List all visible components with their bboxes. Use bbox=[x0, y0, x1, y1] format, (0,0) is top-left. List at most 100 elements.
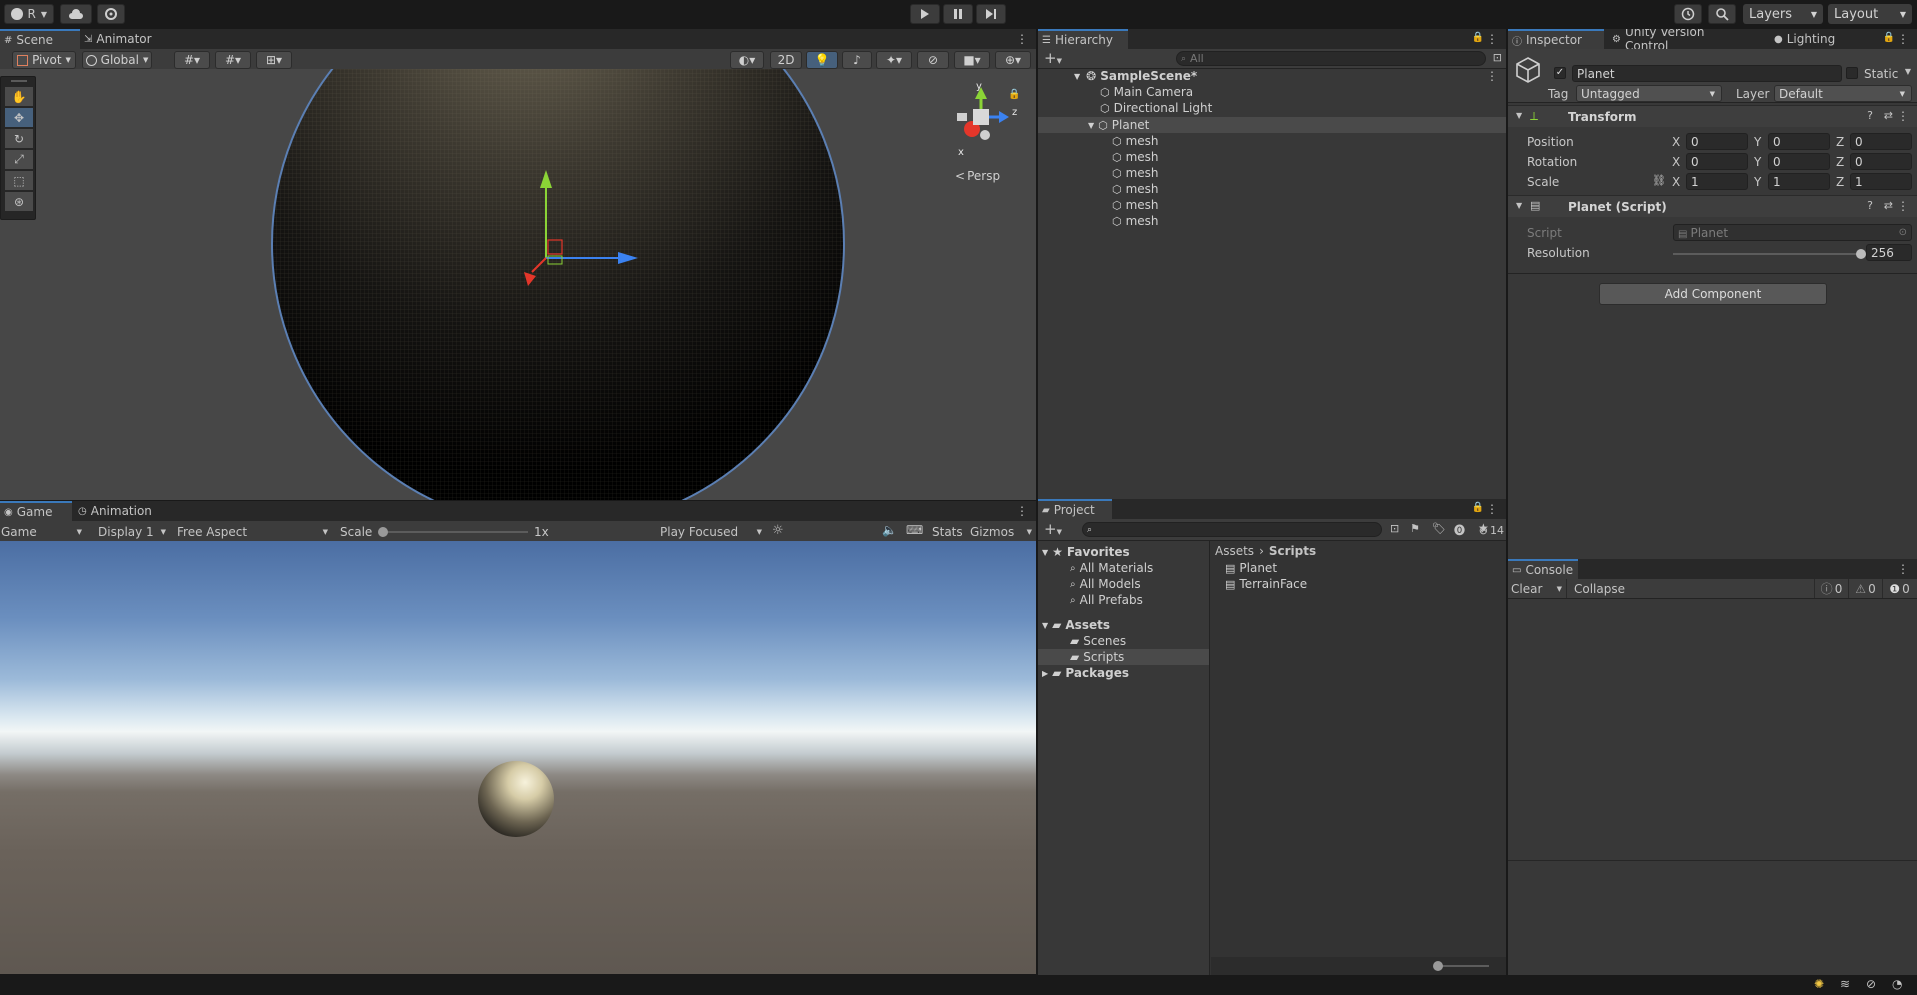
drag-handle-icon[interactable] bbox=[11, 80, 27, 82]
clear-dropdown[interactable]: Clear ▼ bbox=[1511, 579, 1567, 598]
tab-inspector[interactable]: ⓘ Inspector bbox=[1508, 29, 1604, 49]
icon-size-slider[interactable] bbox=[1433, 961, 1489, 971]
file-item[interactable]: ▤ Planet bbox=[1225, 560, 1277, 576]
help-icon[interactable]: ? bbox=[1867, 109, 1873, 122]
aspect-dropdown[interactable]: Free Aspect ▼ bbox=[175, 521, 332, 541]
effects-dropdown[interactable]: ✦▾ bbox=[876, 51, 912, 69]
help-icon[interactable]: ? bbox=[1867, 199, 1873, 212]
hierarchy-child-item[interactable]: ⬡ mesh bbox=[1112, 133, 1159, 149]
component-menu-icon[interactable]: ⋮ bbox=[1897, 199, 1909, 213]
lock-icon[interactable]: 🔒 bbox=[1472, 502, 1484, 513]
scene-menu-icon[interactable]: ⋮ bbox=[1486, 69, 1498, 83]
error-filter-toggle[interactable]: ❶ 0 bbox=[1882, 579, 1916, 598]
toggle-2d-button[interactable]: 2D bbox=[770, 51, 802, 69]
more-options-icon[interactable]: ⋮ bbox=[1016, 32, 1028, 46]
layers-dropdown[interactable]: Layers ▼ bbox=[1743, 4, 1823, 24]
scene-root-row[interactable]: ▼ ❂ SampleScene* bbox=[1074, 68, 1197, 84]
stats-button[interactable]: Stats bbox=[932, 525, 963, 539]
static-dropdown-icon[interactable]: ▼ bbox=[1905, 67, 1911, 76]
history-button[interactable] bbox=[1674, 4, 1702, 24]
hierarchy-item-planet[interactable]: ▼ ⬡ Planet bbox=[1088, 117, 1149, 133]
favorite-item[interactable]: ⌕ All Prefabs bbox=[1070, 592, 1143, 608]
debug-mode-icon[interactable]: ⊘ bbox=[1866, 977, 1876, 991]
gizmos-dropdown[interactable]: Gizmos ▼ bbox=[968, 521, 1034, 541]
lighting-status-icon[interactable]: ✺ bbox=[1814, 977, 1824, 991]
lock-icon[interactable]: 🔒 bbox=[1008, 89, 1020, 100]
hierarchy-item[interactable]: ⬡ Directional Light bbox=[1100, 100, 1212, 116]
scale-y-input[interactable]: 1 bbox=[1768, 173, 1830, 190]
global-dropdown[interactable]: Global ▼ bbox=[82, 51, 152, 69]
position-z-input[interactable]: 0 bbox=[1850, 133, 1912, 150]
visibility-toggle-button[interactable]: ⊘ bbox=[917, 51, 949, 69]
hierarchy-child-item[interactable]: ⬡ mesh bbox=[1112, 165, 1159, 181]
filter-by-label-icon[interactable]: ⚑ bbox=[1410, 522, 1420, 535]
rotate-tool-button[interactable]: ↻ bbox=[5, 129, 33, 148]
hierarchy-child-item[interactable]: ⬡ mesh bbox=[1112, 181, 1159, 197]
gizmos-dropdown[interactable]: ⊕▾ bbox=[995, 51, 1031, 69]
draw-mode-dropdown[interactable]: ◐▾ bbox=[730, 51, 764, 69]
audio-toggle-button[interactable]: ♪ bbox=[842, 51, 872, 69]
more-options-icon[interactable]: ⋮ bbox=[1897, 32, 1909, 46]
scale-z-input[interactable]: 1 bbox=[1850, 173, 1912, 190]
filter-by-type-icon[interactable]: ⊡ bbox=[1390, 522, 1399, 535]
position-x-input[interactable]: 0 bbox=[1686, 133, 1748, 150]
preset-icon[interactable]: ⇄ bbox=[1884, 199, 1893, 212]
scene-viewport[interactable]: ✋ ✥ ↻ ⤢ ⬚ ⊛ y z x 🔒 < Persp bbox=[0, 69, 1036, 500]
hierarchy-child-item[interactable]: ⬡ mesh bbox=[1112, 149, 1159, 165]
hidden-packages-toggle[interactable]: ⊘ 14 bbox=[1470, 522, 1504, 538]
keyboard-icon[interactable]: ⌨ bbox=[906, 523, 923, 537]
hierarchy-child-item[interactable]: ⬡ mesh bbox=[1112, 197, 1159, 213]
lock-icon[interactable]: 🔒 bbox=[1472, 32, 1484, 43]
transform-header[interactable]: ▼ ⟂ Transform ? ⇄ ⋮ bbox=[1508, 105, 1917, 127]
tag-dropdown[interactable]: Untagged ▼ bbox=[1576, 85, 1722, 102]
more-options-icon[interactable]: ⋮ bbox=[1486, 502, 1498, 516]
pause-button[interactable] bbox=[943, 4, 973, 24]
layout-dropdown[interactable]: Layout ▼ bbox=[1828, 4, 1912, 24]
search-button[interactable] bbox=[1708, 4, 1736, 24]
asset-folder-item[interactable]: ▰ Scripts bbox=[1070, 649, 1124, 665]
pivot-dropdown[interactable]: Pivot ▼ bbox=[12, 51, 76, 69]
hierarchy-search-input[interactable]: ⌕ All bbox=[1176, 51, 1486, 66]
asset-folder-item[interactable]: ▰ Scenes bbox=[1070, 633, 1126, 649]
position-y-input[interactable]: 0 bbox=[1768, 133, 1830, 150]
link-icon[interactable]: ⛓ bbox=[1652, 174, 1666, 187]
game-viewport[interactable] bbox=[0, 541, 1036, 974]
component-menu-icon[interactable]: ⋮ bbox=[1897, 109, 1909, 123]
rotation-x-input[interactable]: 0 bbox=[1686, 153, 1748, 170]
packages-folder[interactable]: ▶ ▰ Packages bbox=[1042, 665, 1129, 681]
favorites-header[interactable]: ▼ ★ Favorites bbox=[1042, 544, 1130, 560]
move-gizmo[interactable] bbox=[510, 164, 650, 304]
add-component-button[interactable]: Add Component bbox=[1599, 283, 1827, 305]
increment-snap-button[interactable]: #▾ bbox=[215, 51, 251, 69]
info-filter-toggle[interactable]: ⓘ 0 bbox=[1814, 579, 1848, 598]
play-button[interactable] bbox=[910, 4, 940, 24]
tab-console[interactable]: ▭ Console bbox=[1508, 559, 1578, 579]
static-checkbox[interactable] bbox=[1846, 67, 1858, 79]
file-item[interactable]: ▤ TerrainFace bbox=[1225, 576, 1307, 592]
hierarchy-item[interactable]: ⬡ Main Camera bbox=[1100, 84, 1193, 100]
warning-filter-toggle[interactable]: ⚠ 0 bbox=[1848, 579, 1882, 598]
object-name-input[interactable]: Planet bbox=[1572, 65, 1842, 82]
vertex-snap-button[interactable]: ⊞▾ bbox=[256, 51, 292, 69]
script-component-header[interactable]: ▼ ▤ Planet (Script) ? ⇄ ⋮ bbox=[1508, 195, 1917, 217]
scale-slider[interactable] bbox=[378, 527, 528, 537]
tab-animation[interactable]: ◷ Animation bbox=[74, 501, 166, 521]
tab-hierarchy[interactable]: ☰ Hierarchy bbox=[1038, 29, 1128, 49]
console-splitter[interactable] bbox=[1508, 860, 1917, 861]
resolution-slider-thumb[interactable] bbox=[1856, 249, 1866, 259]
grid-snap-button[interactable]: #▾ bbox=[174, 51, 210, 69]
scale-slider-thumb[interactable] bbox=[378, 527, 388, 537]
add-icon[interactable]: +▼ bbox=[1044, 49, 1062, 67]
breadcrumb-current[interactable]: Scripts bbox=[1269, 544, 1316, 558]
more-options-icon[interactable]: ⋮ bbox=[1897, 562, 1909, 576]
notifications-icon[interactable]: ◔ bbox=[1892, 977, 1902, 991]
game-view-dropdown[interactable]: Game ▼ bbox=[0, 521, 86, 541]
preset-icon[interactable]: ⇄ bbox=[1884, 109, 1893, 122]
lighting-toggle-button[interactable]: 💡 bbox=[806, 51, 838, 69]
favorite-item[interactable]: ⌕ All Materials bbox=[1070, 560, 1153, 576]
step-button[interactable] bbox=[976, 4, 1006, 24]
layer-dropdown[interactable]: Default ▼ bbox=[1774, 85, 1912, 102]
camera-dropdown[interactable]: ■▾ bbox=[954, 51, 990, 69]
cloud-button[interactable] bbox=[60, 4, 92, 24]
tab-lighting[interactable]: ● Lighting bbox=[1770, 29, 1850, 49]
